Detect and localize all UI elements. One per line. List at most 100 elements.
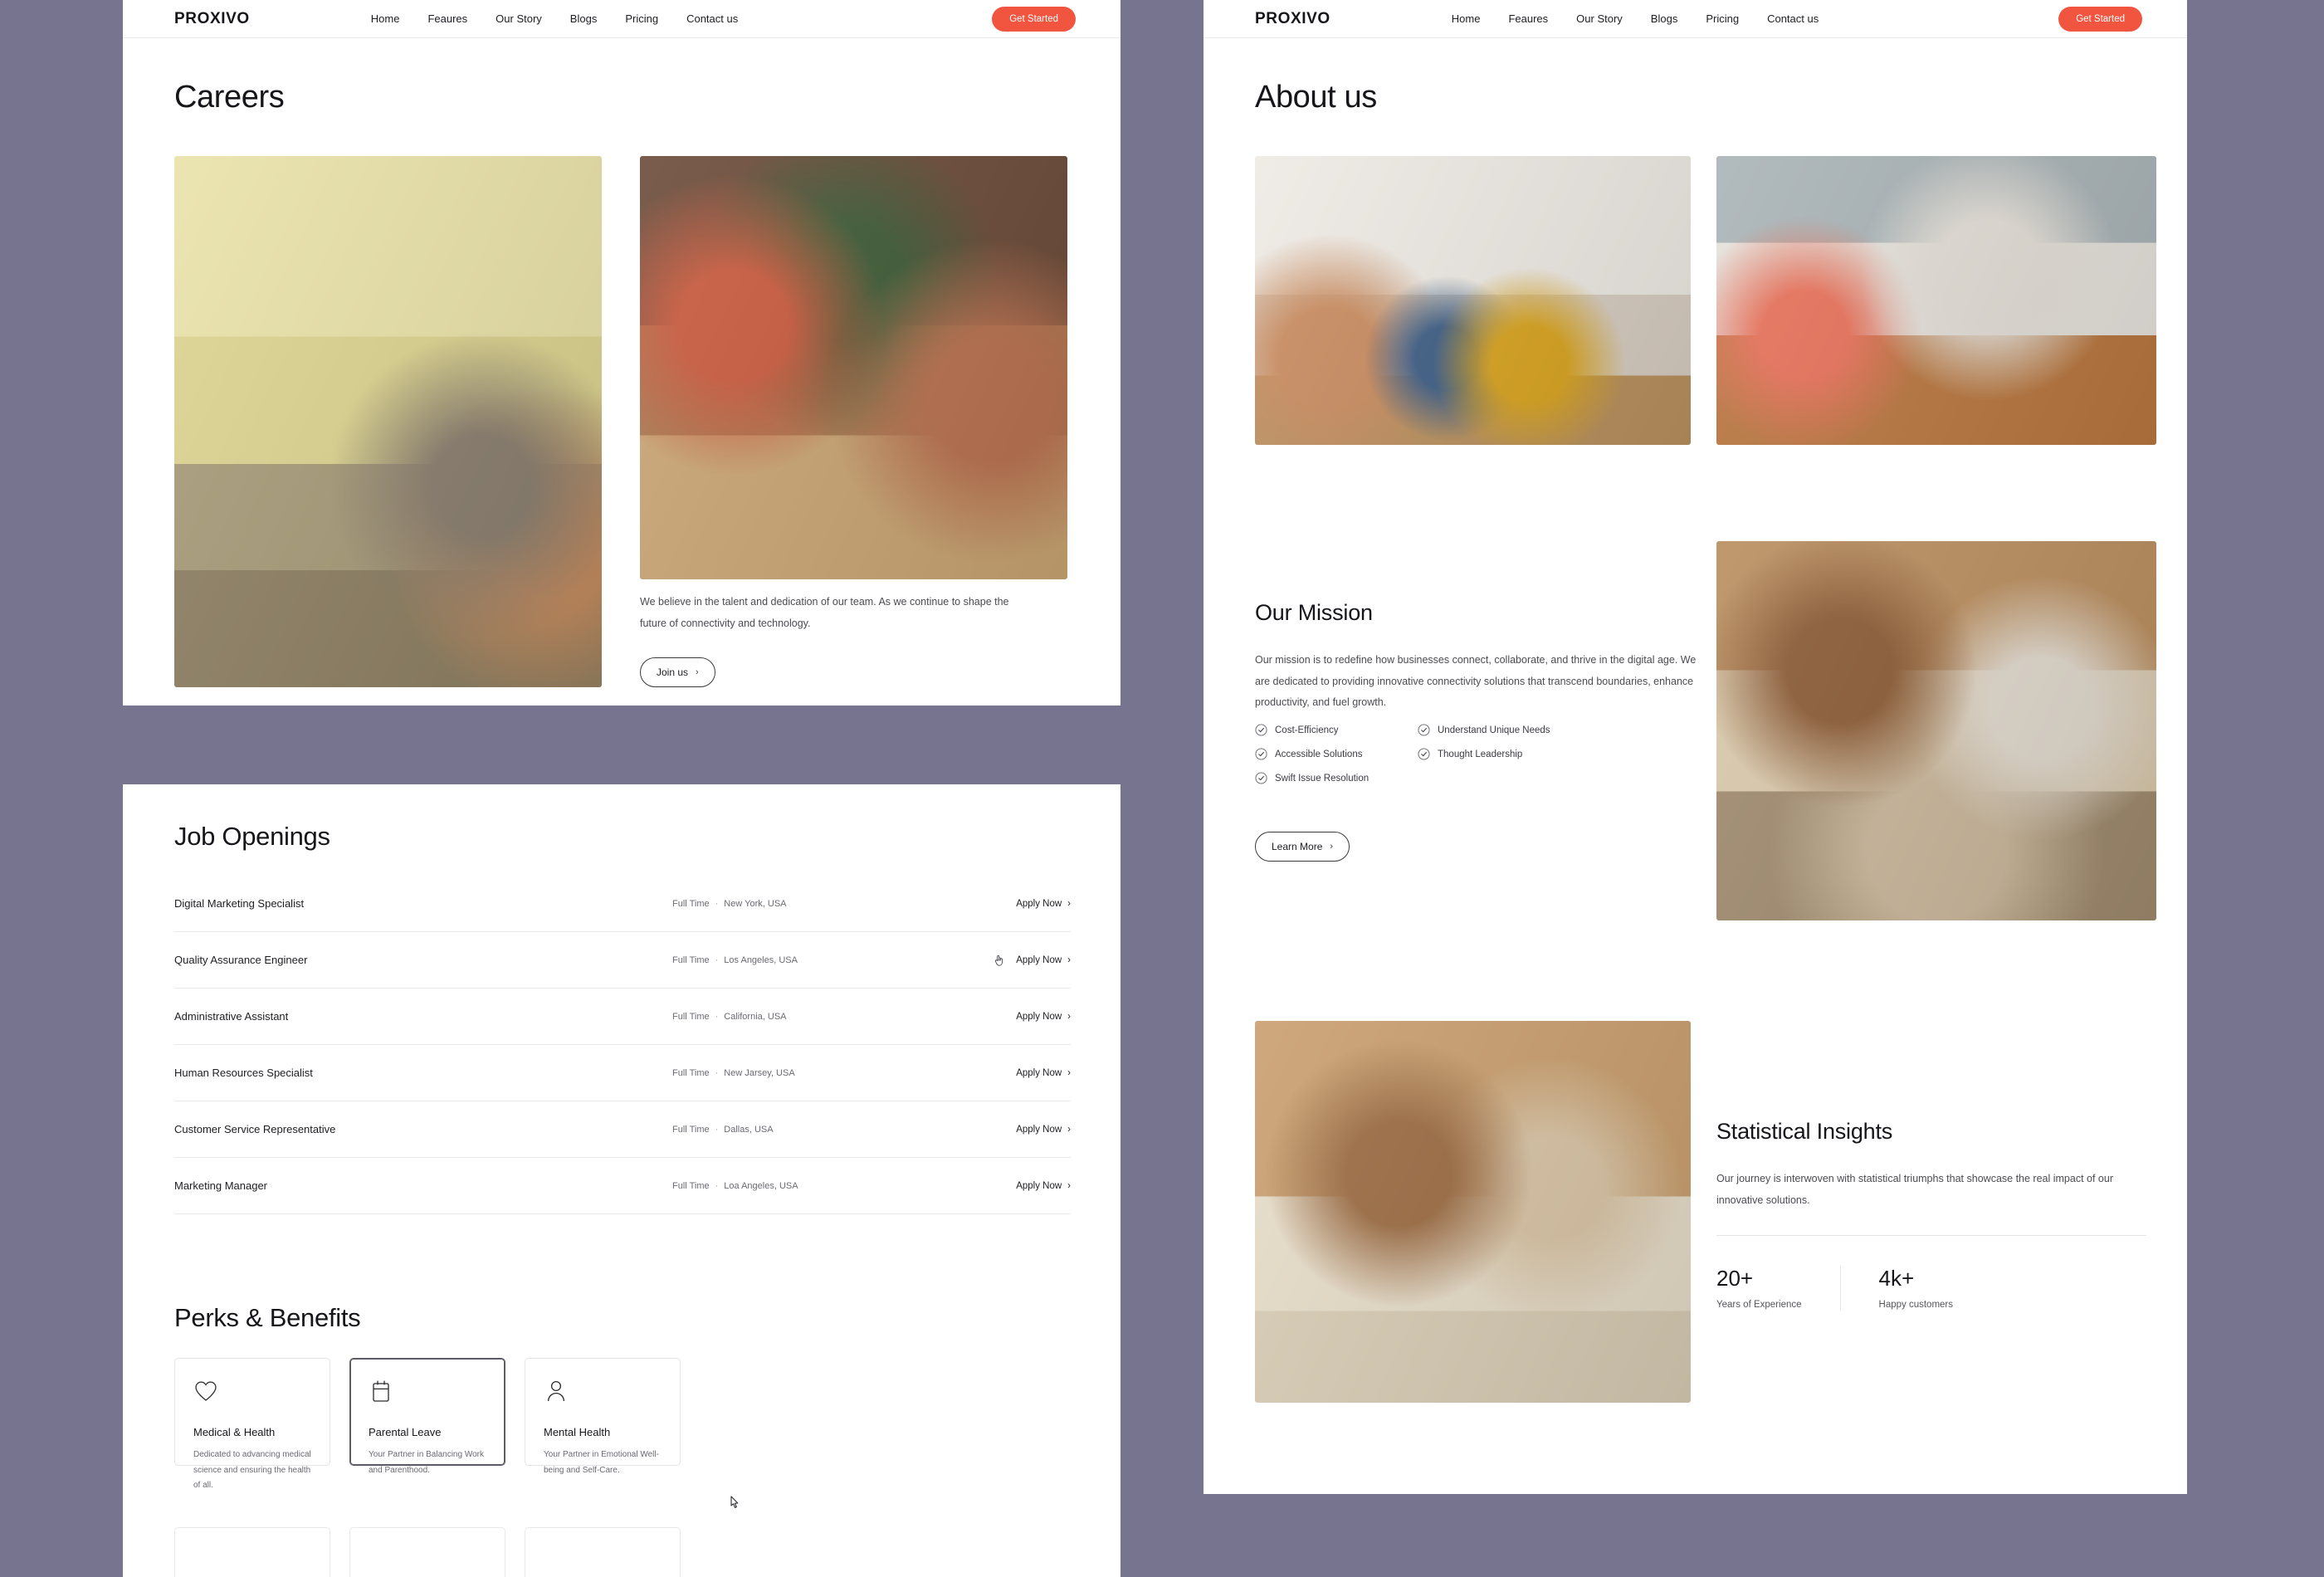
nav-item-our-story[interactable]: Our Story: [496, 12, 542, 25]
job-meta: Full Time · New York, USA: [672, 898, 787, 909]
checklist-label: Understand Unique Needs: [1438, 725, 1550, 735]
nav-item-home-about[interactable]: Home: [1452, 12, 1481, 25]
stats-body-text: Our journey is interwoven with statistic…: [1716, 1173, 2113, 1206]
job-row[interactable]: Human Resources Specialist Full Time · New …: [174, 1045, 1071, 1101]
team-collaboration-photo: [1255, 156, 1691, 445]
job-title: Marketing Manager: [174, 1179, 267, 1192]
chevron-right-icon-learn-more: ›: [1330, 842, 1334, 852]
hand-pointer-icon: [995, 954, 1003, 966]
perk-description: Your Partner in Balancing Work and Paren…: [369, 1450, 484, 1475]
calendar-icon: [373, 1380, 389, 1402]
careers-panel: PROXIVO Home Feaures Our Story Blogs Pri…: [123, 0, 1120, 706]
apply-now-label: Apply Now: [1016, 1124, 1062, 1135]
nav-item-features-about[interactable]: Feaures: [1508, 12, 1548, 25]
nav-item-blogs-about[interactable]: Blogs: [1651, 12, 1678, 25]
section-title-our-mission: Our Mission: [1255, 600, 1373, 625]
navbar-about: PROXIVO Home Feaures Our Story Blogs Pri…: [1204, 0, 2187, 38]
perk-card-placeholder[interactable]: [349, 1527, 505, 1577]
chevron-right-icon-apply: ›: [1067, 1067, 1071, 1078]
job-title: Administrative Assistant: [174, 1010, 289, 1023]
get-started-button[interactable]: Get Started: [992, 6, 1076, 32]
join-us-label: Join us: [657, 666, 689, 678]
analysts-reviewing-photo: [1255, 1021, 1691, 1403]
learn-more-button[interactable]: Learn More ›: [1255, 832, 1350, 862]
job-type: Full Time: [672, 1180, 710, 1191]
nav-item-contact-us[interactable]: Contact us: [686, 12, 738, 25]
chevron-right-icon-apply: ›: [1067, 898, 1071, 909]
apply-now-label: Apply Now: [1016, 1067, 1062, 1078]
job-type: Full Time: [672, 1124, 710, 1135]
checklist-label: Thought Leadership: [1438, 749, 1523, 759]
jobs-panel: Job Openings Digital Marketing Specialis…: [123, 784, 1120, 1577]
apply-now-button[interactable]: Apply Now ›: [1016, 1012, 1071, 1022]
job-meta: Full Time · California, USA: [672, 1011, 787, 1022]
job-title: Customer Service Representative: [174, 1123, 336, 1135]
perk-card-placeholder[interactable]: [174, 1527, 330, 1577]
checklist-label: Accessible Solutions: [1275, 749, 1363, 759]
remote-worker-photo: [1716, 156, 2156, 445]
job-row[interactable]: Marketing Manager Full Time · Loa Angeles, …: [174, 1158, 1071, 1214]
perk-card[interactable]: Parental Leave Your Partner in Balancing …: [349, 1358, 505, 1475]
perk-description: Your Partner in Emotional Well-being and…: [544, 1450, 659, 1475]
nav-item-features[interactable]: Feaures: [427, 12, 467, 25]
nav-item-contact-us-about[interactable]: Contact us: [1767, 12, 1819, 25]
cafe-laptop-photo: [640, 156, 1067, 579]
person-icon: [547, 1380, 565, 1402]
apply-now-button[interactable]: Apply Now ›: [1016, 1125, 1071, 1135]
job-location: Los Angeles, USA: [724, 954, 798, 965]
nav-item-our-story-about[interactable]: Our Story: [1576, 12, 1623, 25]
mission-checklist: Cost-Efficiency Understand Unique Needs Ac…: [1255, 724, 1584, 784]
job-row[interactable]: Administrative Assistant Full Time · Califo…: [174, 989, 1071, 1045]
chevron-right-icon-apply: ›: [1067, 954, 1071, 965]
stat-item: 4k+ Happy customers: [1839, 1266, 1991, 1310]
stat-label: Happy customers: [1878, 1300, 1953, 1310]
perks-grid: Medical & Health Dedicated to advancing m…: [174, 1358, 681, 1490]
nav-links-about: Home Feaures Our Story Blogs Pricing Con…: [1452, 12, 1819, 25]
nav-item-pricing[interactable]: Pricing: [625, 12, 658, 25]
checklist-item: Accessible Solutions: [1255, 748, 1418, 760]
check-circle-icon: [1418, 724, 1430, 736]
job-row[interactable]: Customer Service Representative Full Time…: [174, 1101, 1071, 1158]
job-meta: Full Time · New Jarsey, USA: [672, 1067, 795, 1078]
perk-description: Dedicated to advancing medical science a…: [193, 1450, 311, 1490]
about-panel: PROXIVO Home Feaures Our Story Blogs Pri…: [1204, 0, 2187, 1494]
handshake-meeting-photo: [1716, 541, 2156, 920]
job-row[interactable]: Quality Assurance Engineer Full Time · Los …: [174, 932, 1071, 989]
nav-item-pricing-about[interactable]: Pricing: [1706, 12, 1739, 25]
job-meta: Full Time · Los Angeles, USA: [672, 954, 798, 965]
mission-body-text: Our mission is to redefine how businesse…: [1255, 654, 1697, 709]
job-type: Full Time: [672, 898, 710, 909]
nav-item-home[interactable]: Home: [371, 12, 400, 25]
nav-item-blogs[interactable]: Blogs: [570, 12, 598, 25]
chevron-right-icon: ›: [696, 667, 699, 677]
brand-logo-about[interactable]: PROXIVO: [1255, 10, 1330, 28]
get-started-button-about[interactable]: Get Started: [2058, 6, 2142, 32]
job-meta: Full Time · Loa Angeles, USA: [672, 1180, 798, 1191]
apply-now-label: Apply Now: [1016, 954, 1062, 965]
apply-now-button[interactable]: Apply Now ›: [1016, 1181, 1071, 1191]
brand-logo[interactable]: PROXIVO: [174, 10, 250, 28]
page-title-careers: Careers: [174, 80, 285, 115]
apply-now-button[interactable]: Apply Now ›: [1016, 1068, 1071, 1078]
careers-intro-text: We believe in the talent and dedication …: [640, 596, 1009, 629]
perk-card[interactable]: Mental Health Your Partner in Emotional W…: [525, 1358, 681, 1475]
job-type: Full Time: [672, 1067, 710, 1078]
perk-card-placeholder[interactable]: [525, 1527, 681, 1577]
job-location: New York, USA: [724, 898, 787, 909]
apply-now-button[interactable]: Apply Now ›: [1016, 899, 1071, 909]
section-title-statistical-insights: Statistical Insights: [1716, 1119, 1893, 1144]
job-openings-list: Digital Marketing Specialist Full Time · Ne…: [174, 876, 1071, 1214]
chevron-right-icon-apply: ›: [1067, 1011, 1071, 1022]
learn-more-label: Learn More: [1272, 841, 1323, 852]
checklist-item: Cost-Efficiency: [1255, 724, 1418, 736]
join-us-button[interactable]: Join us ›: [640, 657, 715, 687]
stats-divider: [1716, 1235, 2146, 1236]
perk-card[interactable]: Medical & Health Dedicated to advancing m…: [174, 1358, 330, 1490]
checklist-item: Understand Unique Needs: [1418, 724, 1584, 736]
apply-now-button[interactable]: Apply Now ›: [994, 954, 1071, 967]
job-row[interactable]: Digital Marketing Specialist Full Time · Ne…: [174, 876, 1071, 932]
perks-grid-secondary: [174, 1527, 681, 1577]
job-title: Human Resources Specialist: [174, 1067, 313, 1079]
stat-label: Years of Experience: [1716, 1300, 1802, 1310]
perk-title: Parental Leave: [369, 1426, 442, 1438]
